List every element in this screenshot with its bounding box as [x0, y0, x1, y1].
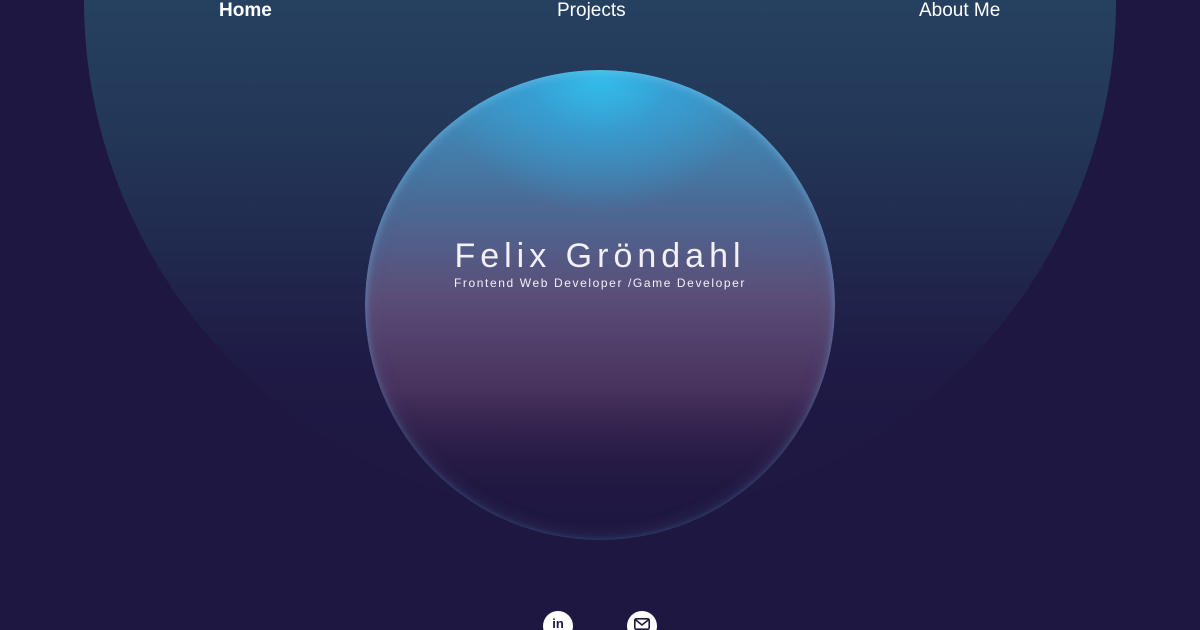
nav-about-link[interactable]: About Me — [919, 0, 1000, 23]
hero-role: Frontend Web Developer /Game Developer — [453, 276, 747, 290]
email-button[interactable] — [627, 611, 657, 630]
orb-rim — [365, 70, 835, 540]
hero-name: Felix Gröndahl — [454, 237, 746, 275]
nav-home-link[interactable]: Home — [219, 0, 272, 23]
linkedin-icon: in — [552, 616, 564, 630]
main-nav: Home Projects About Me — [0, 0, 1200, 24]
nav-projects-link[interactable]: Projects — [557, 0, 626, 23]
linkedin-button[interactable]: in — [543, 611, 573, 630]
email-icon — [634, 618, 650, 630]
page: Home Projects About Me Felix Gröndahl Fr… — [0, 0, 1200, 630]
hero-orb — [365, 70, 835, 540]
